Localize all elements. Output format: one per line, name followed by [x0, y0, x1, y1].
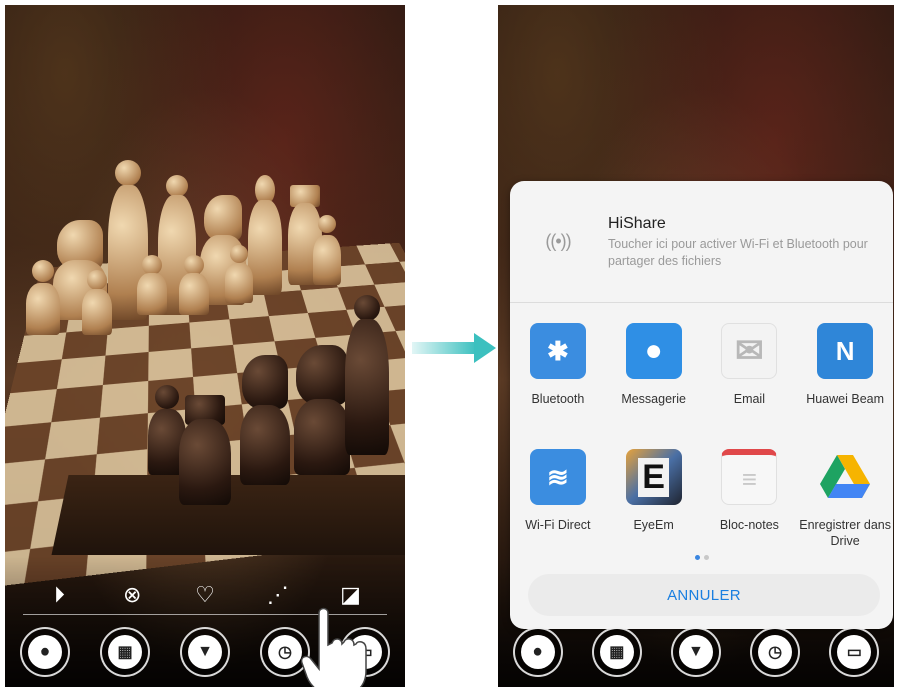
tapping-hand-icon: [301, 607, 367, 687]
page-dot-active: [694, 555, 700, 560]
close-circle-icon[interactable]: ⊗: [118, 581, 146, 609]
nfc-icon: N: [817, 323, 874, 379]
drive-icon: [817, 449, 873, 505]
heart-icon[interactable]: ♡: [191, 581, 219, 609]
recorder-button[interactable]: ⦁: [20, 627, 70, 677]
white-pawn-piece-2: [79, 270, 115, 335]
white-pawn-piece-5: [223, 245, 255, 303]
white-pawn-piece-4: [177, 255, 211, 315]
share-app-drive[interactable]: Enregistrer dans Drive: [797, 449, 893, 563]
share-app-label: Bluetooth: [531, 392, 585, 406]
clock-icon: ◷: [758, 635, 793, 669]
hishare-description: Toucher ici pour activer Wi-Fi et Blueto…: [608, 237, 868, 268]
calculator-button[interactable]: ▦: [591, 627, 642, 677]
page-dot: [703, 555, 709, 560]
hishare-title: HiShare: [608, 215, 666, 232]
wireless-share-icon: ((•)): [545, 231, 571, 251]
share-app-label: Messagerie: [621, 392, 686, 406]
shortcut-dock: ⦁ ▦ ▼ ◷ ▭: [498, 621, 894, 683]
calculator-button[interactable]: ▦: [100, 627, 150, 677]
right-screen: ((•)) HiShare Toucher ici pour activer W…: [498, 5, 894, 687]
flashlight-button[interactable]: ▼: [180, 627, 230, 677]
left-screen: ⏵ ⊗ ♡ ⋰ ◪ ⦁ ▦ ▼ ◷ ▭: [5, 5, 405, 687]
wifi-direct-icon: ≋: [529, 449, 586, 505]
share-apps-grid: ✱ Bluetooth ● Messagerie ✉ Email N Huawe…: [510, 323, 893, 563]
share-app-messagerie[interactable]: ● Messagerie: [606, 323, 702, 437]
drive-logo: [820, 455, 871, 498]
white-pawn-piece-6: [311, 215, 343, 285]
share-app-wifi-direct[interactable]: ≋ Wi-Fi Direct: [510, 449, 606, 563]
clock-button[interactable]: ◷: [750, 627, 801, 677]
scanner-button[interactable]: ▭: [829, 627, 880, 677]
bluetooth-icon: ✱: [529, 323, 586, 379]
recorder-icon: ⦁: [520, 635, 555, 669]
message-bubble-icon: ●: [625, 323, 682, 379]
clock-icon: ◷: [268, 635, 302, 669]
share-app-bloc-notes[interactable]: ≡ Bloc-notes: [702, 449, 798, 563]
cancel-button[interactable]: ANNULER: [528, 574, 880, 616]
eyeem-letter: E: [638, 457, 669, 497]
recorder-button[interactable]: ⦁: [512, 627, 563, 677]
play-circle-icon[interactable]: ⏵: [45, 581, 73, 609]
share-app-huawei-beam[interactable]: N Huawei Beam: [797, 323, 893, 437]
share-icon[interactable]: ⋰: [264, 581, 292, 609]
share-sheet: ((•)) HiShare Toucher ici pour activer W…: [510, 181, 893, 629]
share-app-label: Bloc-notes: [719, 518, 779, 532]
envelope-icon: ✉: [721, 323, 778, 379]
recorder-icon: ⦁: [28, 635, 62, 669]
transition-arrow-icon: [412, 333, 496, 363]
white-pawn-piece: [23, 260, 63, 335]
share-app-label: Email: [733, 392, 765, 406]
white-pawn-piece-3: [135, 255, 169, 315]
flashlight-button[interactable]: ▼: [670, 627, 721, 677]
calculator-icon: ▦: [599, 635, 634, 669]
page-indicator: [510, 547, 893, 560]
hishare-row[interactable]: ((•)) HiShare Toucher ici pour activer W…: [510, 181, 893, 303]
share-app-label: EyeEm: [633, 518, 674, 532]
flashlight-icon: ▼: [678, 635, 713, 669]
black-knight-piece: [237, 355, 293, 485]
eyeem-icon: E: [625, 449, 682, 505]
calculator-icon: ▦: [108, 635, 142, 669]
share-app-eyeem[interactable]: E EyeEm: [606, 449, 702, 563]
share-app-label: Wi-Fi Direct: [525, 518, 591, 532]
share-app-email[interactable]: ✉ Email: [702, 323, 798, 437]
notepad-icon: ≡: [721, 449, 778, 505]
share-app-label: Enregistrer dans Drive: [799, 518, 891, 548]
black-queen-piece: [343, 295, 391, 455]
share-app-label: Huawei Beam: [806, 392, 885, 406]
flashlight-icon: ▼: [188, 635, 222, 669]
share-app-bluetooth[interactable]: ✱ Bluetooth: [510, 323, 606, 437]
scanner-icon: ▭: [837, 635, 872, 669]
black-rook-piece: [177, 395, 233, 505]
